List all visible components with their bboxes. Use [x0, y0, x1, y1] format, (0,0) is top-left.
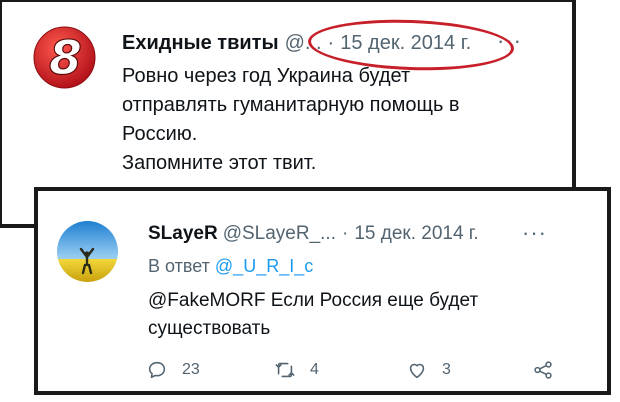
tweet-text: Ровно через год Украина будет отправлять…	[122, 62, 542, 178]
like-button[interactable]: 3	[406, 359, 451, 381]
author-name[interactable]: SLayeR	[148, 223, 218, 245]
retweet-count: 4	[310, 361, 319, 378]
reply-prefix: В ответ	[148, 256, 210, 276]
reply-button[interactable]: 23	[146, 359, 200, 381]
tweet-text-line: Россию.	[122, 123, 198, 145]
reply-icon	[148, 361, 166, 379]
reply-context: В ответ @_U_R_I_c	[148, 256, 313, 277]
tweet-text-line: Запомните этот твит.	[122, 152, 317, 174]
heart-icon	[409, 363, 425, 379]
tweet-header: SLayeR @SLayeR_... · 15 дек. 2014 г.	[148, 223, 479, 245]
svg-text:8: 8	[49, 31, 82, 86]
author-handle[interactable]: @SLayeR_...	[223, 223, 336, 245]
author-name[interactable]: Ехидные твиты	[122, 32, 279, 55]
reply-count: 23	[182, 361, 200, 378]
tweet-text-line: Ровно через год Украина будет	[122, 65, 411, 87]
tweet-text: @FakeMORF Если Россия еще будет существо…	[148, 287, 478, 343]
tweet-text-line: отправлять гуманитарную помощь в	[122, 94, 460, 116]
reply-mention-link[interactable]: @_U_R_I_c	[215, 256, 313, 276]
share-button[interactable]	[532, 359, 554, 381]
retweet-icon	[275, 362, 295, 378]
like-count: 3	[442, 361, 451, 378]
tweet-text-line: существовать	[148, 318, 271, 339]
tweet-date[interactable]: 15 дек. 2014 г.	[354, 223, 478, 245]
share-icon	[534, 361, 552, 379]
tweet-actions: 23 4 3	[146, 359, 556, 385]
tweet-card-reply[interactable]: SLayeR @SLayeR_... · 15 дек. 2014 г. ···…	[34, 187, 611, 395]
avatar[interactable]	[57, 221, 118, 282]
separator-dot: ·	[342, 223, 349, 244]
retweet-button[interactable]: 4	[274, 359, 319, 381]
avatar-image-icon	[57, 221, 118, 282]
tweet-text-line: @FakeMORF Если Россия еще будет	[148, 290, 479, 311]
more-options-icon[interactable]: ···	[522, 220, 547, 246]
channel-8-logo-icon[interactable]: 8	[33, 26, 96, 89]
